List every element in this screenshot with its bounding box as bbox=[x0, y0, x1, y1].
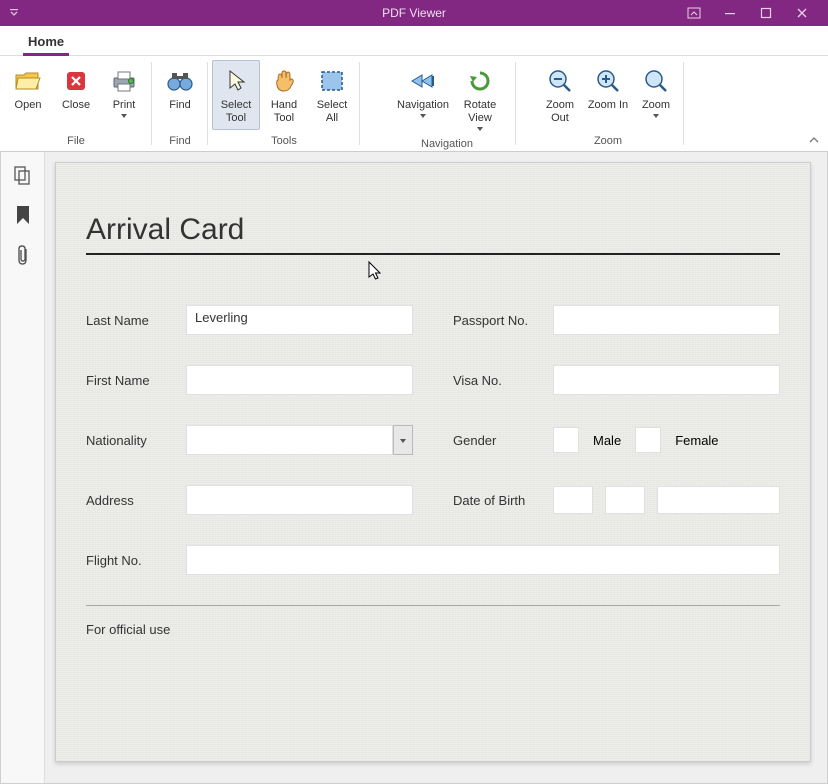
thumbnails-panel-button[interactable] bbox=[12, 164, 34, 186]
passport-no-label: Passport No. bbox=[453, 313, 541, 328]
side-panel bbox=[1, 152, 45, 783]
print-icon bbox=[108, 65, 140, 97]
dob-day-field[interactable] bbox=[553, 486, 593, 514]
print-button[interactable]: Print bbox=[100, 60, 148, 130]
hand-icon bbox=[268, 65, 300, 97]
workspace: Arrival Card Last Name Leverling Passpor… bbox=[0, 152, 828, 784]
zoom-icon bbox=[640, 65, 672, 97]
select-tool-button[interactable]: Select Tool bbox=[212, 60, 260, 130]
chevron-down-icon[interactable] bbox=[393, 425, 413, 455]
chevron-down-icon bbox=[653, 114, 659, 118]
attachments-panel-button[interactable] bbox=[12, 244, 34, 266]
ribbon-group-file: Open Close Print File bbox=[0, 56, 152, 151]
cursor-icon bbox=[220, 65, 252, 97]
official-use-label: For official use bbox=[86, 622, 780, 637]
nationality-select[interactable] bbox=[186, 425, 413, 455]
select-all-button[interactable]: Select All bbox=[308, 60, 356, 130]
open-button[interactable]: Open bbox=[4, 60, 52, 130]
pdf-page: Arrival Card Last Name Leverling Passpor… bbox=[55, 162, 811, 762]
navigation-button[interactable]: Navigation bbox=[390, 60, 456, 130]
female-checkbox[interactable] bbox=[635, 427, 661, 453]
zoom-out-button[interactable]: Zoom Out bbox=[536, 60, 584, 130]
gender-label: Gender bbox=[453, 433, 541, 448]
document-viewport[interactable]: Arrival Card Last Name Leverling Passpor… bbox=[45, 152, 827, 783]
zoom-out-icon bbox=[544, 65, 576, 97]
binoculars-icon bbox=[164, 65, 196, 97]
ribbon-group-navigation: Navigation Rotate View Navigation bbox=[360, 56, 516, 151]
ribbon-collapse-button[interactable] bbox=[808, 134, 820, 148]
zoom-button[interactable]: Zoom bbox=[632, 60, 680, 130]
first-name-field[interactable] bbox=[186, 365, 413, 395]
folder-open-icon bbox=[12, 65, 44, 97]
ribbon-group-zoom: Zoom Out Zoom In Zoom Zoom bbox=[516, 56, 684, 151]
flight-no-field[interactable] bbox=[186, 545, 780, 575]
app-title: PDF Viewer bbox=[382, 6, 446, 20]
zoom-in-button[interactable]: Zoom In bbox=[584, 60, 632, 130]
close-doc-icon bbox=[60, 65, 92, 97]
dob-year-field[interactable] bbox=[657, 486, 780, 514]
bookmarks-panel-button[interactable] bbox=[12, 204, 34, 226]
hand-tool-button[interactable]: Hand Tool bbox=[260, 60, 308, 130]
qat-customize-icon[interactable] bbox=[8, 7, 20, 19]
find-button[interactable]: Find bbox=[156, 60, 204, 130]
tab-home[interactable]: Home bbox=[20, 28, 72, 55]
male-label: Male bbox=[593, 433, 621, 448]
close-button[interactable]: Close bbox=[52, 60, 100, 130]
first-name-label: First Name bbox=[86, 373, 174, 388]
cursor-overlay-icon bbox=[366, 260, 384, 282]
rotate-view-button[interactable]: Rotate View bbox=[456, 60, 504, 136]
zoom-in-icon bbox=[592, 65, 624, 97]
chevron-down-icon bbox=[420, 114, 426, 118]
ribbon-group-find: Find Find bbox=[152, 56, 208, 151]
visa-no-field[interactable] bbox=[553, 365, 780, 395]
address-label: Address bbox=[86, 493, 174, 508]
maximize-button[interactable] bbox=[748, 0, 784, 26]
chevron-down-icon bbox=[477, 127, 483, 131]
passport-no-field[interactable] bbox=[553, 305, 780, 335]
title-bar: PDF Viewer bbox=[0, 0, 828, 26]
document-title: Arrival Card bbox=[86, 213, 780, 255]
minimize-button[interactable] bbox=[712, 0, 748, 26]
last-name-label: Last Name bbox=[86, 313, 174, 328]
close-window-button[interactable] bbox=[784, 0, 820, 26]
ribbon: Open Close Print File bbox=[0, 56, 828, 152]
select-all-icon bbox=[316, 65, 348, 97]
last-name-field[interactable]: Leverling bbox=[186, 305, 413, 335]
nationality-label: Nationality bbox=[86, 433, 174, 448]
ribbon-display-button[interactable] bbox=[676, 0, 712, 26]
dob-month-field[interactable] bbox=[605, 486, 645, 514]
ribbon-tabs: Home bbox=[0, 26, 828, 56]
female-label: Female bbox=[675, 433, 718, 448]
divider bbox=[86, 605, 780, 606]
flight-no-label: Flight No. bbox=[86, 553, 174, 568]
rotate-icon bbox=[464, 65, 496, 97]
ribbon-group-tools: Select Tool Hand Tool Select All Tools bbox=[208, 56, 360, 151]
male-checkbox[interactable] bbox=[553, 427, 579, 453]
visa-no-label: Visa No. bbox=[453, 373, 541, 388]
address-field[interactable] bbox=[186, 485, 413, 515]
navigation-icon bbox=[407, 65, 439, 97]
dob-label: Date of Birth bbox=[453, 493, 541, 508]
chevron-down-icon bbox=[121, 114, 127, 118]
